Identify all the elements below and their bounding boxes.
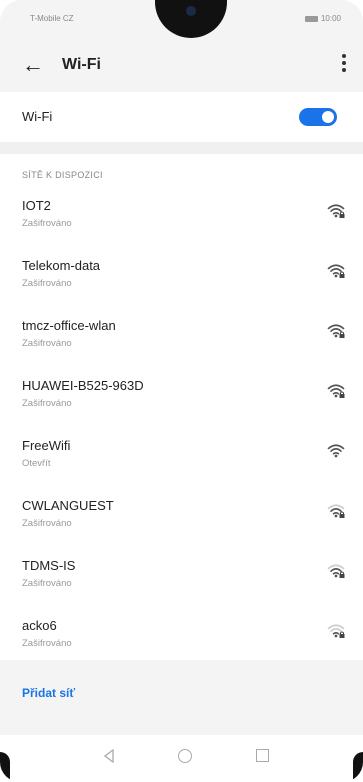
network-item[interactable]: FreeWifi Otevřít <box>0 426 363 484</box>
network-item[interactable]: acko6 Zašifrováno <box>0 606 363 664</box>
network-list: SÍTĚ K DISPOZICI Přidat síť IOT2 Zašifrov… <box>0 154 363 700</box>
network-status: Zašifrováno <box>22 398 72 409</box>
wifi-lock-icon <box>327 324 345 338</box>
network-name: HUAWEI-B525-963D <box>22 378 144 393</box>
navigation-bar <box>0 735 363 782</box>
nav-recent-apps-icon[interactable] <box>256 749 269 762</box>
network-name: Telekom-data <box>22 258 101 273</box>
app-header: ← Wi-Fi <box>0 40 363 92</box>
network-item[interactable]: tmcz-office-wlan Zašifrováno <box>0 306 363 364</box>
network-item[interactable]: TDMS-IS Zašifrováno <box>0 546 363 604</box>
wifi-lock-icon <box>327 204 345 218</box>
network-status: Zašifrováno <box>22 638 72 649</box>
network-name: FreeWifi <box>22 438 71 453</box>
network-name: tmcz-office-wlan <box>22 318 116 333</box>
network-item[interactable]: Telekom-data Zašifrováno <box>0 246 363 304</box>
network-status: Zašifrováno <box>22 278 72 289</box>
clock: 10:00 <box>320 14 341 23</box>
wifi-toggle-switch[interactable] <box>299 108 337 126</box>
wifi-lock-icon <box>327 624 345 638</box>
wifi-lock-icon <box>327 264 345 278</box>
network-item[interactable]: HUAWEI-B525-963D Zašifrováno <box>0 366 363 424</box>
page-title: Wi-Fi <box>62 56 101 73</box>
back-arrow-icon[interactable]: ← <box>22 50 44 80</box>
network-name: CWLANGUEST <box>22 498 114 513</box>
network-status: Zašifrováno <box>22 338 72 349</box>
toggle-knob <box>322 111 334 123</box>
network-name: TDMS-IS <box>22 558 76 573</box>
divider <box>0 142 363 154</box>
carrier-label: T-Mobile CZ <box>30 14 74 23</box>
frame-corner-right <box>353 752 363 782</box>
wifi-lock-icon <box>327 564 345 578</box>
nav-home-icon[interactable] <box>178 749 192 763</box>
section-title: SÍTĚ K DISPOZICI <box>22 170 103 180</box>
battery-indicator: 10:00 <box>304 14 341 23</box>
network-name: IOT2 <box>22 198 51 213</box>
network-item[interactable]: CWLANGUEST Zašifrováno <box>0 486 363 544</box>
wifi-lock-icon <box>327 384 345 398</box>
network-item[interactable]: IOT2 Zašifrováno <box>0 186 363 244</box>
front-camera <box>186 6 196 16</box>
wifi-lock-icon <box>327 504 345 518</box>
frame-corner-left <box>0 752 10 782</box>
wifi-toggle-row[interactable]: Wi-Fi <box>0 92 363 142</box>
network-status: Zašifrováno <box>22 518 72 529</box>
network-name: acko6 <box>22 618 57 633</box>
wifi-icon <box>327 444 345 458</box>
nav-back-icon[interactable] <box>102 749 116 763</box>
network-status: Zašifrováno <box>22 218 72 229</box>
more-options-icon[interactable] <box>341 52 347 76</box>
battery-icon <box>304 15 318 22</box>
network-status: Otevřít <box>22 458 51 469</box>
add-network-link[interactable]: Přidat síť <box>22 686 75 700</box>
phone-screen: T-Mobile CZ 10:00 ← Wi-Fi Wi-Fi SÍTĚ K D… <box>0 0 363 782</box>
network-status: Zašifrováno <box>22 578 72 589</box>
wifi-toggle-label: Wi-Fi <box>22 109 53 124</box>
